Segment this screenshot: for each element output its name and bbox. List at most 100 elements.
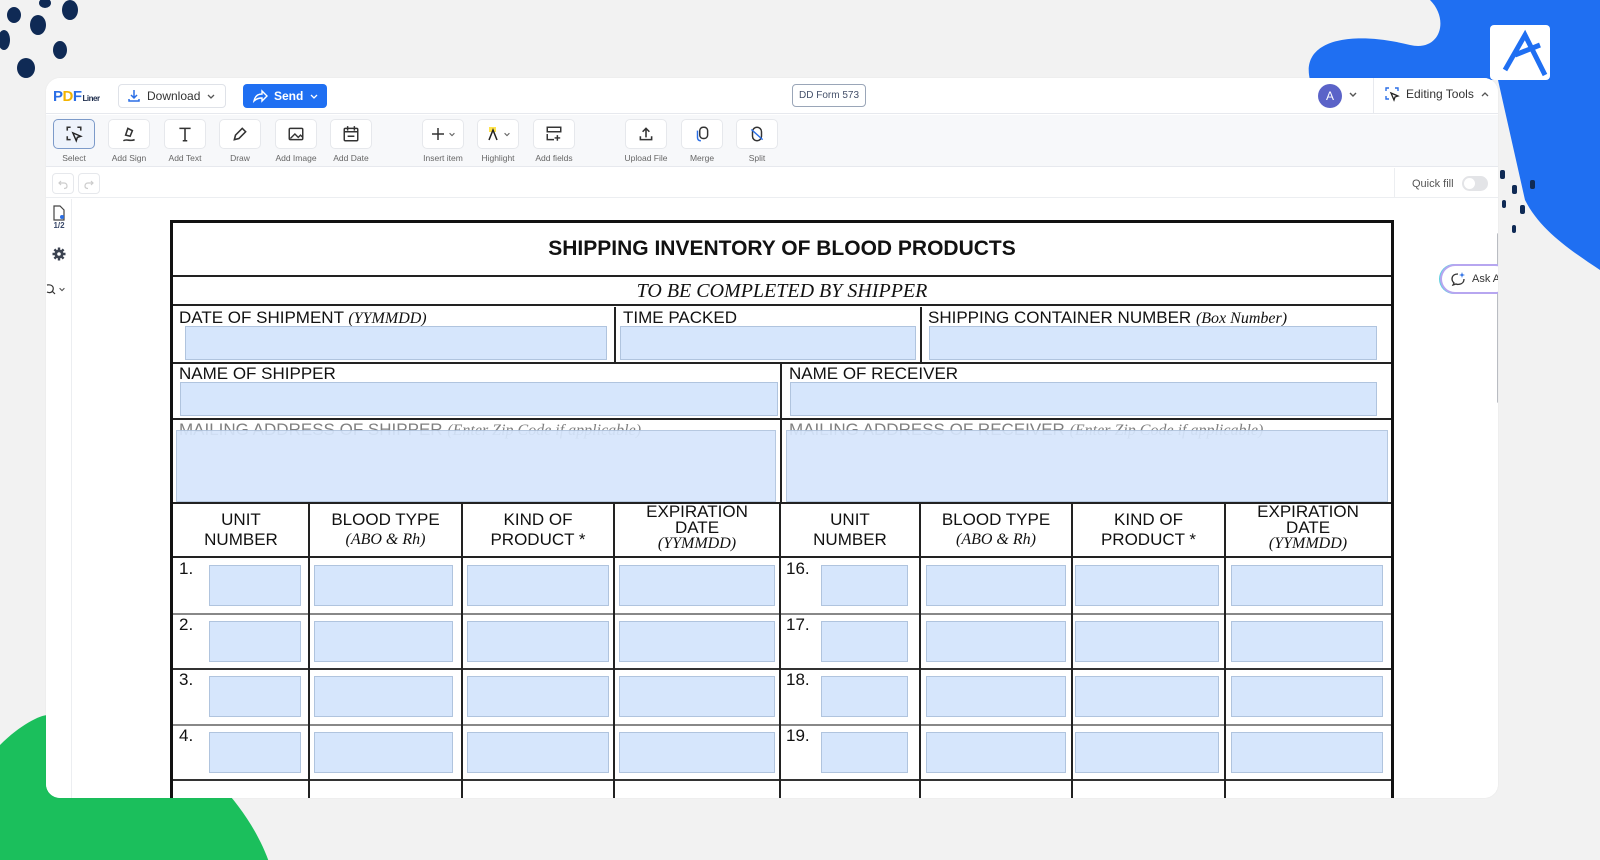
row-kind-field[interactable]	[1075, 676, 1219, 717]
row-exp-field[interactable]	[619, 676, 775, 717]
top-bar: PDFLiner Download Send DD Form 573 A Edi…	[46, 78, 1498, 114]
row-exp-field[interactable]	[1231, 620, 1383, 662]
column-divider	[308, 503, 310, 798]
chevron-up-icon	[1481, 92, 1489, 97]
download-button[interactable]: Download	[118, 84, 226, 108]
tool-label: Draw	[230, 153, 250, 163]
tool-draw[interactable]: Draw	[218, 119, 262, 163]
row-blood-field[interactable]	[926, 731, 1066, 773]
tool-add-image[interactable]: Add Image	[274, 119, 318, 163]
tool-select[interactable]: Select	[52, 119, 96, 163]
row-number: 4.	[179, 725, 194, 745]
select-icon	[66, 126, 83, 143]
chevron-down-icon[interactable]	[1347, 88, 1359, 100]
row-unit-field[interactable]	[209, 620, 301, 662]
tool-add-fields[interactable]: Add fields	[532, 119, 576, 163]
user-avatar[interactable]: A	[1318, 84, 1342, 108]
container-number-field[interactable]	[929, 326, 1377, 360]
page-indicator: 1/2	[53, 221, 65, 230]
name-of-shipper-field[interactable]	[180, 382, 778, 416]
tool-split[interactable]: Split	[735, 119, 779, 163]
settings-button[interactable]	[46, 247, 72, 261]
ai-chat-icon	[1451, 272, 1465, 287]
row-exp-field[interactable]	[1231, 731, 1383, 773]
row-kind-field[interactable]	[467, 565, 609, 606]
left-sidebar: 1/2	[46, 199, 72, 798]
editing-tools-label: Editing Tools	[1406, 87, 1474, 101]
tool-label: Add Sign	[111, 153, 147, 163]
label-hint: (Box Number)	[1195, 310, 1288, 327]
tool-label: Add Date	[333, 153, 369, 163]
row-kind-field[interactable]	[1075, 565, 1219, 606]
row-number: 18.	[786, 670, 810, 689]
tool-highlight[interactable]: Highlight	[476, 119, 520, 163]
row-blood-field[interactable]	[314, 676, 453, 717]
redo-button[interactable]	[78, 173, 100, 194]
row-exp-field[interactable]	[619, 565, 775, 606]
tool-merge[interactable]: Merge	[680, 119, 724, 163]
row-kind-field[interactable]	[467, 676, 609, 717]
logo-liner: Liner	[82, 94, 101, 103]
tool-label: Add Image	[275, 153, 317, 163]
time-packed-field[interactable]	[620, 326, 916, 360]
row-exp-field[interactable]	[619, 731, 775, 773]
vertical-scrollbar[interactable]	[1497, 233, 1498, 403]
row-unit-field[interactable]	[821, 565, 908, 606]
divider	[780, 419, 782, 503]
tool-add-text[interactable]: Add Text	[163, 119, 207, 163]
row-kind-field[interactable]	[467, 620, 609, 662]
pdf-form-page: SHIPPING INVENTORY OF BLOOD PRODUCTS TO …	[170, 220, 1394, 798]
row-divider	[173, 723, 1391, 726]
mailing-address-receiver-field[interactable]	[786, 430, 1388, 502]
divider	[173, 502, 1391, 504]
undo-button[interactable]	[52, 173, 74, 194]
tool-add-sign[interactable]: Add Sign	[107, 119, 151, 163]
tool-upload-file[interactable]: Upload File	[624, 119, 668, 163]
row-unit-field[interactable]	[821, 620, 908, 662]
zoom-menu-button[interactable]	[46, 283, 72, 295]
ask-ai-label: Ask A	[1472, 273, 1498, 285]
redo-icon	[84, 180, 94, 189]
row-kind-field[interactable]	[467, 731, 609, 773]
row-number: 19.	[786, 725, 810, 745]
header-line: UNIT	[221, 510, 261, 529]
row-unit-field[interactable]	[209, 676, 301, 717]
row-kind-field[interactable]	[1075, 731, 1219, 773]
document-name-badge[interactable]: DD Form 573	[792, 84, 867, 107]
row-unit-field[interactable]	[209, 731, 301, 773]
send-button[interactable]: Send	[243, 84, 327, 108]
row-blood-field[interactable]	[926, 676, 1066, 717]
chevron-down-icon	[207, 94, 215, 99]
header-line: KIND OF	[503, 510, 573, 529]
row-blood-field[interactable]	[926, 620, 1066, 662]
row-kind-field[interactable]	[1075, 620, 1219, 662]
tool-add-date[interactable]: Add Date	[329, 119, 373, 163]
row-blood-field[interactable]	[314, 731, 453, 773]
row-unit-field[interactable]	[821, 676, 908, 717]
mailing-address-shipper-field[interactable]	[176, 430, 776, 502]
editing-tools-toggle[interactable]: Editing Tools	[1384, 86, 1490, 102]
pages-thumbnail-button[interactable]: 1/2	[46, 205, 72, 230]
name-of-shipper-label: NAME OF SHIPPER	[179, 364, 336, 383]
row-blood-field[interactable]	[314, 620, 453, 662]
header-line: NUMBER	[813, 530, 887, 549]
row-exp-field[interactable]	[619, 620, 775, 662]
row-exp-field[interactable]	[1231, 676, 1383, 717]
column-header-kind: KIND OF PRODUCT *	[462, 510, 614, 550]
row-blood-field[interactable]	[314, 565, 453, 606]
date-of-shipment-field[interactable]	[185, 326, 607, 360]
tool-insert-item[interactable]: Insert item	[421, 119, 465, 163]
ask-ai-button[interactable]: Ask A	[1440, 264, 1498, 294]
name-of-receiver-field[interactable]	[790, 382, 1377, 416]
date-of-shipment-label: DATE OF SHIPMENT (YYMMDD)	[179, 308, 427, 328]
quick-fill-toggle[interactable]	[1461, 176, 1488, 191]
row-unit-field[interactable]	[821, 731, 908, 773]
logo-letter-f: F	[72, 88, 82, 105]
logo-letter-d: D	[62, 88, 74, 105]
row-exp-field[interactable]	[1231, 565, 1383, 606]
divider	[780, 363, 782, 419]
sub-toolbar: Quick fill	[46, 168, 1498, 198]
row-unit-field[interactable]	[209, 565, 301, 606]
row-blood-field[interactable]	[926, 565, 1066, 606]
pdfliner-logo[interactable]: PDFLiner	[53, 88, 100, 105]
